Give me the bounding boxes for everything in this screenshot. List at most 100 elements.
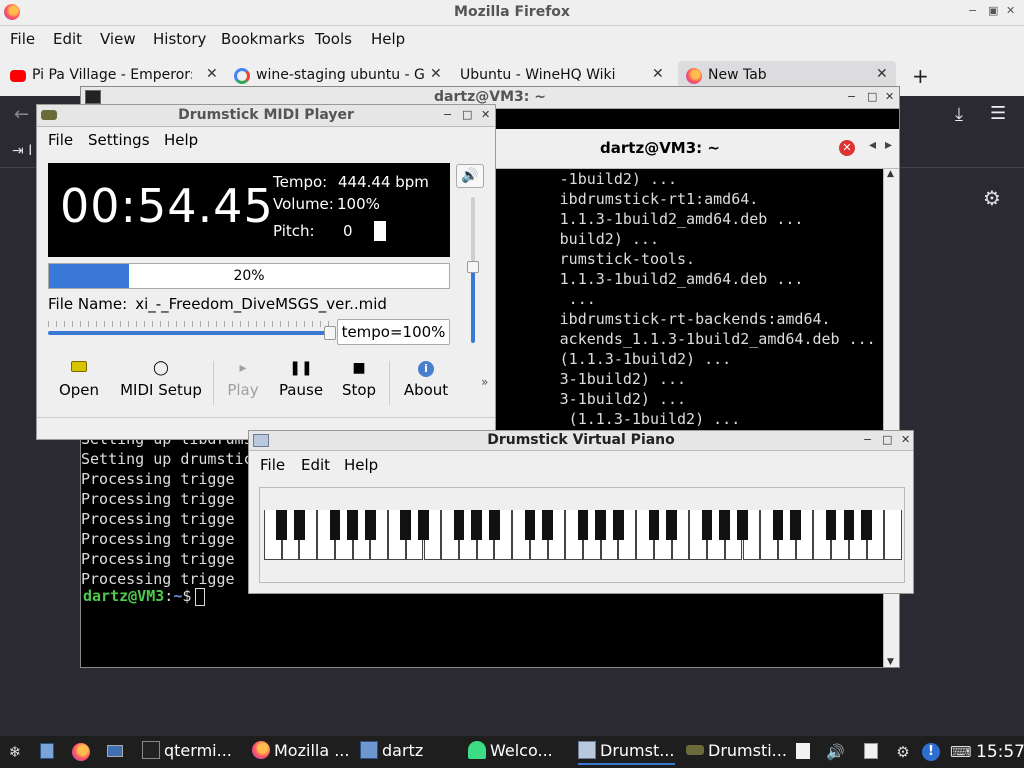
maximize-icon[interactable]: □ xyxy=(462,108,472,121)
close-tab-icon[interactable]: ✕ xyxy=(876,66,888,82)
back-arrow-icon[interactable]: ← xyxy=(14,104,29,125)
menu-edit[interactable]: Edit xyxy=(301,456,330,474)
black-key[interactable] xyxy=(276,510,288,540)
black-key[interactable] xyxy=(329,510,341,540)
black-key[interactable] xyxy=(701,510,713,540)
black-key[interactable] xyxy=(648,510,660,540)
minimize-icon[interactable]: − xyxy=(443,108,452,121)
import-bookmarks-button[interactable]: ⇥ I xyxy=(12,143,32,159)
menu-help[interactable]: Help xyxy=(371,30,405,48)
taskbar-item-drumstick-player[interactable]: Drumsti... xyxy=(686,741,787,765)
black-key[interactable] xyxy=(613,510,624,540)
tab-right-arrow-icon[interactable]: ▸ xyxy=(885,137,892,153)
notification-icon[interactable]: ! xyxy=(922,743,940,761)
gear-icon[interactable]: ⚙ xyxy=(983,186,1001,210)
black-key[interactable] xyxy=(737,510,748,540)
menu-edit[interactable]: Edit xyxy=(53,30,82,48)
black-key[interactable] xyxy=(825,510,837,540)
stop-button[interactable]: ■ Stop xyxy=(335,355,383,399)
volume-icon[interactable]: 🔊 xyxy=(826,743,845,761)
close-tab-icon[interactable]: ✕ xyxy=(839,140,855,156)
black-key[interactable] xyxy=(400,510,412,540)
tempo-slider-handle[interactable] xyxy=(324,326,336,340)
scroll-up-icon[interactable]: ▲ xyxy=(887,169,894,179)
speaker-icon[interactable]: 🔊 xyxy=(456,164,484,188)
minimize-icon[interactable]: − xyxy=(847,90,856,103)
taskbar-item-drumstick-piano[interactable]: Drumst... xyxy=(578,741,675,765)
close-icon[interactable]: ✕ xyxy=(885,90,894,103)
close-icon[interactable]: ✕ xyxy=(481,108,490,121)
firefox-icon[interactable] xyxy=(72,743,90,761)
new-tab-button[interactable]: + xyxy=(912,64,929,88)
network-icon[interactable]: ⚙ xyxy=(894,743,912,761)
menu-view[interactable]: View xyxy=(100,30,136,48)
black-key[interactable] xyxy=(471,510,482,540)
black-key[interactable] xyxy=(453,510,465,540)
terminal-prompt[interactable]: dartz@VM3:~$ xyxy=(83,587,206,606)
menu-settings[interactable]: Settings xyxy=(88,131,150,149)
black-key[interactable] xyxy=(595,510,607,540)
black-key[interactable] xyxy=(666,510,677,540)
black-key[interactable] xyxy=(347,510,358,540)
taskbar-item-qterminal[interactable]: qtermi... xyxy=(142,741,232,765)
play-button[interactable]: ▸ Play xyxy=(217,355,269,399)
piano-keyboard[interactable] xyxy=(264,510,902,560)
tempo-reset-button[interactable]: tempo=100% xyxy=(337,319,450,345)
tempo-slider[interactable] xyxy=(48,321,336,340)
scroll-down-icon[interactable]: ▼ xyxy=(887,657,894,667)
clipboard-icon[interactable] xyxy=(862,743,880,761)
menu-file[interactable]: File xyxy=(260,456,285,474)
maximize-icon[interactable]: □ xyxy=(867,90,877,103)
minimize-icon[interactable]: − xyxy=(863,433,872,446)
open-button[interactable]: Open xyxy=(47,355,111,399)
black-key[interactable] xyxy=(489,510,500,540)
volume-slider-handle[interactable] xyxy=(467,261,479,274)
download-icon[interactable]: ⤓ xyxy=(955,104,963,125)
monitor-icon[interactable] xyxy=(106,743,124,761)
close-icon[interactable]: ✕ xyxy=(1006,4,1015,17)
volume-slider[interactable] xyxy=(467,197,479,343)
tab-left-arrow-icon[interactable]: ◂ xyxy=(869,137,876,153)
black-key[interactable] xyxy=(861,510,872,540)
song-progress-bar[interactable]: 20% xyxy=(48,263,450,289)
black-key[interactable] xyxy=(719,510,731,540)
taskbar-item-welcome[interactable]: Welco... xyxy=(468,741,553,765)
black-key[interactable] xyxy=(418,510,429,540)
black-key[interactable] xyxy=(524,510,536,540)
close-tab-icon[interactable]: ✕ xyxy=(206,66,218,82)
keyboard-icon[interactable]: ⌨ xyxy=(950,743,972,761)
start-menu-icon[interactable]: ❄ xyxy=(6,743,24,761)
taskbar-item-firefox[interactable]: Mozilla ... xyxy=(252,741,349,765)
close-icon[interactable]: ✕ xyxy=(901,433,910,446)
clock[interactable]: 15:57 xyxy=(976,742,1024,762)
black-key[interactable] xyxy=(294,510,305,540)
file-manager-icon[interactable] xyxy=(38,743,56,761)
menu-file[interactable]: File xyxy=(48,131,73,149)
menu-history[interactable]: History xyxy=(153,30,206,48)
black-key[interactable] xyxy=(542,510,553,540)
black-key[interactable] xyxy=(577,510,589,540)
menu-tools[interactable]: Tools xyxy=(315,30,352,48)
midi-setup-button[interactable]: ◯ MIDI Setup xyxy=(115,355,207,399)
black-key[interactable] xyxy=(790,510,801,540)
maximize-icon[interactable]: □ xyxy=(882,433,892,446)
about-button[interactable]: i About xyxy=(395,355,457,399)
menu-help[interactable]: Help xyxy=(164,131,198,149)
menu-bookmarks[interactable]: Bookmarks xyxy=(221,30,305,48)
close-tab-icon[interactable]: ✕ xyxy=(430,66,442,82)
close-tab-icon[interactable]: ✕ xyxy=(652,66,664,82)
minimize-icon[interactable]: − xyxy=(968,4,977,17)
toolbar-overflow-button[interactable]: » xyxy=(481,375,488,389)
restore-icon[interactable]: ▣ xyxy=(988,4,998,17)
black-key[interactable] xyxy=(843,510,855,540)
menu-help[interactable]: Help xyxy=(344,456,378,474)
black-key[interactable] xyxy=(365,510,376,540)
white-key[interactable] xyxy=(884,510,902,560)
notes-icon[interactable] xyxy=(794,743,812,761)
black-key[interactable] xyxy=(772,510,784,540)
menu-file[interactable]: File xyxy=(10,30,35,48)
hamburger-menu-icon[interactable]: ☰ xyxy=(990,103,1006,124)
pause-button[interactable]: ❚❚ Pause xyxy=(273,355,329,399)
taskbar-item-dartz[interactable]: dartz xyxy=(360,741,423,765)
terminal-tab[interactable]: dartz@VM3: ~ xyxy=(495,139,825,157)
